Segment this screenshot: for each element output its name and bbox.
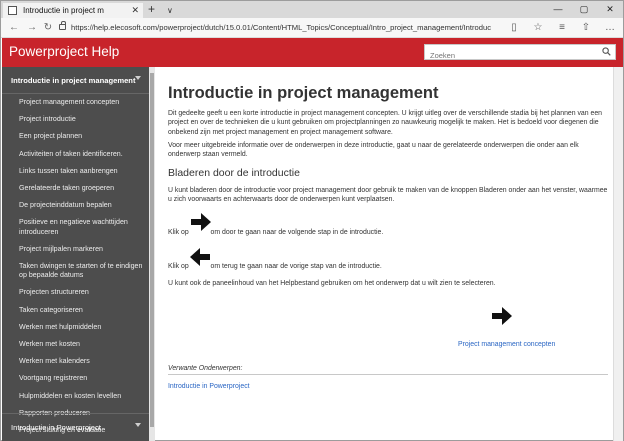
- sidebar-section-label: Introductie in project management: [11, 75, 136, 85]
- divider: [168, 374, 608, 375]
- search-icon[interactable]: [602, 47, 611, 56]
- browse-paragraph: U kunt bladeren door de introductie voor…: [168, 187, 608, 204]
- close-window-button[interactable]: ✕: [597, 1, 623, 18]
- maximize-button[interactable]: ▢: [571, 1, 597, 18]
- sidebar-item[interactable]: Hulpmiddelen en kosten levellen: [2, 388, 149, 405]
- intro-paragraph: Dit gedeelte geeft u een korte introduct…: [168, 110, 602, 136]
- tab-close-icon[interactable]: ✕: [131, 3, 139, 18]
- next-topic-link[interactable]: Project management concepten: [458, 340, 578, 349]
- tab-list-chevron-icon[interactable]: ∨: [167, 3, 173, 18]
- tab-title: Introductie in project m: [23, 6, 104, 15]
- arrow-right-icon: [191, 213, 211, 231]
- sidebar-item[interactable]: Activiteiten of taken identificeren.: [2, 146, 149, 163]
- browser-window: Introductie in project m ✕ + ∨ — ▢ ✕ ← →…: [0, 0, 624, 441]
- sidebar-toc: Introductie in project management Projec…: [2, 67, 149, 441]
- chevron-down-icon: [135, 423, 141, 427]
- next-suffix: om door te gaan naar de volgende stap in…: [210, 229, 384, 236]
- next-prefix: Klik op: [168, 229, 189, 236]
- sidebar-item[interactable]: Gerelateerde taken groeperen: [2, 180, 149, 197]
- back-button[interactable]: ←: [7, 21, 21, 35]
- prev-instruction: Klik op om terug te gaan naar de vorige …: [168, 262, 468, 271]
- site-title[interactable]: Powerproject Help: [9, 44, 119, 59]
- browser-tab[interactable]: Introductie in project m ✕: [3, 3, 143, 18]
- forward-button[interactable]: →: [25, 21, 39, 35]
- arrow-left-icon: [190, 248, 210, 266]
- search-box[interactable]: [424, 44, 616, 63]
- sidebar-item[interactable]: Project management concepten: [2, 94, 149, 111]
- window-controls: — ▢ ✕: [545, 1, 623, 18]
- related-topic-link[interactable]: Introductie in Powerproject: [168, 382, 368, 391]
- browser-toolbar: ▯ ☆ ≡ ⇧ …: [507, 21, 617, 35]
- sidebar-item[interactable]: Werken met hulpmiddelen: [2, 319, 149, 336]
- page-icon: [8, 6, 17, 15]
- chevron-down-icon: [135, 76, 141, 80]
- sidebar-item[interactable]: Werken met kalenders: [2, 353, 149, 370]
- collections-icon[interactable]: ≡: [555, 21, 569, 35]
- sidebar-item[interactable]: Taken categoriseren: [2, 302, 149, 319]
- sidebar-scrollbar-thumb[interactable]: [150, 73, 154, 427]
- lock-icon[interactable]: [59, 21, 66, 30]
- sidebar-section-intro-powerproject[interactable]: Introductie in Powerproject: [2, 413, 149, 441]
- sidebar-item[interactable]: Taken dwingen te starten of te eindigen …: [2, 258, 149, 284]
- more-menu-icon[interactable]: …: [603, 21, 617, 35]
- related-topics-label: Verwante Onderwerpen:: [168, 365, 243, 372]
- sidebar-item[interactable]: Positieve en negatieve wachttijden intro…: [2, 214, 149, 240]
- next-arrow-button[interactable]: [491, 307, 513, 325]
- sidebar-section-label: Introductie in Powerproject: [11, 423, 101, 432]
- sidebar-item[interactable]: Projecten structureren: [2, 284, 149, 301]
- prev-suffix: om terug te gaan naar de vorige stap van…: [210, 263, 382, 270]
- site-header: Powerproject Help: [2, 38, 623, 67]
- sidebar-item[interactable]: Project introductie: [2, 111, 149, 128]
- main-scrollbar[interactable]: [613, 67, 623, 441]
- main-content: Introductie in project management Dit ge…: [155, 67, 613, 441]
- sidebar-item[interactable]: De projecteinddatum bepalen: [2, 197, 149, 214]
- prev-prefix: Klik op: [168, 263, 189, 270]
- page-title: Introductie in project management: [168, 84, 439, 102]
- next-instruction: Klik op om door te gaan naar de volgende…: [168, 228, 468, 237]
- reading-view-icon[interactable]: ▯: [507, 21, 521, 35]
- intro-paragraph-2: Voor meer uitgebreide informatie over de…: [168, 142, 579, 159]
- share-icon[interactable]: ⇧: [579, 21, 593, 35]
- search-input[interactable]: [425, 48, 593, 63]
- refresh-button[interactable]: ↻: [41, 21, 55, 35]
- section-heading: Bladeren door de introductie: [168, 167, 300, 179]
- new-tab-button[interactable]: +: [148, 2, 155, 17]
- sidebar-items: Project management concepten Project intr…: [2, 94, 149, 439]
- sidebar-item[interactable]: Links tussen taken aanbrengen: [2, 163, 149, 180]
- tab-strip: Introductie in project m ✕ + ∨ — ▢ ✕: [1, 1, 623, 18]
- minimize-button[interactable]: —: [545, 1, 571, 18]
- sidebar-item[interactable]: Project mijlpalen markeren: [2, 241, 149, 258]
- toc-paragraph: U kunt ook de paneelinhoud van het Helpb…: [168, 280, 496, 287]
- sidebar-item[interactable]: Een project plannen: [2, 128, 149, 145]
- sidebar-section-intro-pm[interactable]: Introductie in project management: [2, 67, 149, 93]
- sidebar-item[interactable]: Voortgang registreren: [2, 370, 149, 387]
- favorite-star-icon[interactable]: ☆: [531, 21, 545, 35]
- address-bar[interactable]: https://help.elecosoft.com/powerproject/…: [71, 21, 491, 35]
- browser-navbar: ← → ↻ https://help.elecosoft.com/powerpr…: [1, 18, 623, 38]
- sidebar-item[interactable]: Werken met kosten: [2, 336, 149, 353]
